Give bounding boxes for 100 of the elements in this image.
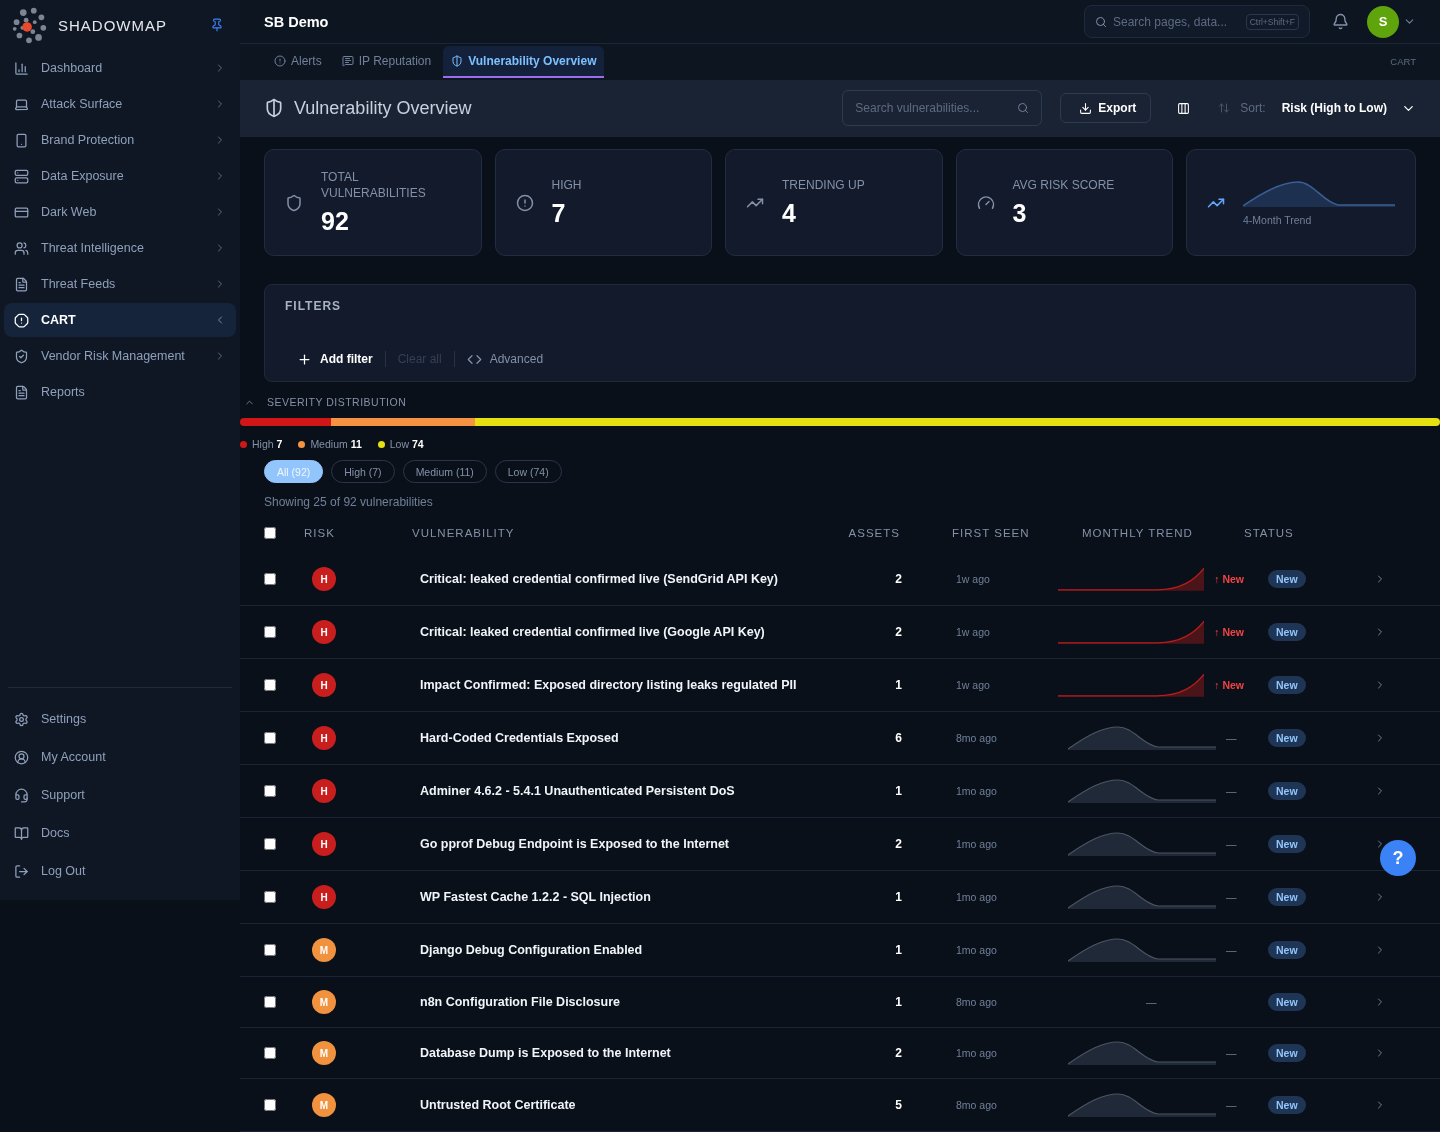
assets-count: 2: [894, 837, 903, 851]
help-button[interactable]: ?: [1380, 840, 1416, 876]
sidebar-item[interactable]: CART: [4, 303, 236, 337]
row-checkbox[interactable]: [264, 785, 276, 797]
sidebar-item[interactable]: Threat Intelligence: [4, 231, 236, 265]
risk-badge: M: [312, 938, 336, 962]
user-circle-icon: [14, 749, 29, 765]
first-seen: 1mo ago: [955, 785, 998, 797]
vulnerability-name[interactable]: Django Debug Configuration Enabled: [400, 943, 840, 957]
stat-label: TOTAL VULNERABILITIES: [321, 169, 427, 201]
risk-badge: M: [312, 1093, 336, 1117]
headset-icon: [14, 787, 29, 803]
row-checkbox[interactable]: [264, 1099, 276, 1111]
sidebar-item[interactable]: Support: [4, 777, 236, 813]
row-checkbox[interactable]: [264, 732, 276, 744]
tab[interactable]: Vulnerability Overview: [443, 45, 605, 78]
row-checkbox[interactable]: [264, 996, 276, 1008]
sidebar-item[interactable]: Reports: [4, 375, 236, 409]
assets-count: 1: [894, 890, 903, 904]
assets-count: 1: [894, 784, 903, 798]
trend-change: ↑ New: [1214, 679, 1244, 691]
status-badge: New: [1268, 729, 1306, 747]
sidebar-item[interactable]: Dark Web: [4, 195, 236, 229]
vulnerability-name[interactable]: Hard-Coded Credentials Exposed: [400, 731, 840, 745]
notification-icon[interactable]: [1332, 13, 1349, 31]
status-badge: New: [1268, 570, 1306, 588]
status-badge: New: [1268, 676, 1306, 694]
sidebar-item[interactable]: Vendor Risk Management: [4, 339, 236, 373]
vulnerability-name[interactable]: n8n Configuration File Disclosure: [400, 995, 840, 1009]
column-header: STATUS: [1244, 527, 1295, 539]
first-seen: 1mo ago: [955, 944, 998, 956]
document-icon: [14, 276, 29, 292]
pin-icon[interactable]: [210, 18, 224, 32]
status-badge: New: [1268, 941, 1306, 959]
risk-badge: H: [312, 567, 336, 591]
sidebar-item[interactable]: Brand Protection: [4, 123, 236, 157]
trend-label: 4-Month Trend: [1243, 213, 1313, 226]
assets-count: 2: [894, 625, 903, 639]
column-header: RISK: [303, 527, 336, 539]
first-seen: 1w ago: [955, 573, 991, 585]
vulnerability-name[interactable]: Critical: leaked credential confirmed live (Google API Key): [400, 625, 840, 639]
row-checkbox[interactable]: [264, 626, 276, 638]
sidebar-item[interactable]: Dashboard: [4, 51, 236, 85]
sort-label: Sort:: [1240, 101, 1266, 116]
trend-change: —: [1226, 785, 1237, 797]
sidebar-item[interactable]: Docs: [4, 815, 236, 851]
vulnerability-name[interactable]: Go pprof Debug Endpoint is Exposed to the Internet: [400, 837, 840, 851]
trend-change: ↑ New: [1214, 573, 1244, 585]
tab[interactable]: Alerts: [266, 45, 330, 78]
sidebar-item[interactable]: Threat Feeds: [4, 267, 236, 301]
vulnerability-name[interactable]: Impact Confirmed: Exposed directory listing leaks regulated PII: [400, 678, 840, 692]
vulnerability-name[interactable]: Untrusted Root Certificate: [400, 1098, 840, 1112]
first-seen: 1w ago: [955, 626, 991, 638]
legend-label: Medium 11: [310, 438, 362, 450]
vulnerability-name[interactable]: Adminer 4.6.2 - 5.4.1 Unauthenticated Persistent DoS: [400, 784, 840, 798]
bar-chart-icon: [14, 60, 29, 76]
sidebar-item[interactable]: Log Out: [4, 853, 236, 889]
columns-icon[interactable]: [1177, 101, 1191, 115]
row-checkbox[interactable]: [264, 838, 276, 850]
row-checkbox[interactable]: [264, 573, 276, 585]
row-checkbox[interactable]: [264, 1047, 276, 1059]
sidebar-item[interactable]: Settings: [4, 701, 236, 737]
add-filter-button[interactable]: Add filter: [285, 351, 385, 367]
sidebar-item[interactable]: Attack Surface: [4, 87, 236, 121]
tab[interactable]: IP Reputation: [333, 45, 440, 78]
risk-badge: H: [312, 620, 336, 644]
vulnerability-name[interactable]: Database Dump is Exposed to the Internet: [400, 1046, 840, 1060]
workspace-title: SB Demo: [264, 13, 330, 30]
plus-icon: [297, 351, 312, 367]
sidebar-item[interactable]: My Account: [4, 739, 236, 775]
risk-badge: H: [312, 779, 336, 803]
assets-count: 6: [894, 731, 903, 745]
shield-icon: [451, 54, 464, 67]
logout-icon: [14, 863, 29, 879]
row-checkbox[interactable]: [264, 891, 276, 903]
row-checkbox[interactable]: [264, 679, 276, 691]
assets-count: 5: [894, 1098, 903, 1112]
alert-icon: [515, 193, 534, 212]
vulnerability-name[interactable]: WP Fastest Cache 1.2.2 - SQL Injection: [400, 890, 840, 904]
stat-value: 7: [551, 199, 567, 228]
select-all-checkbox[interactable]: [264, 527, 276, 539]
stat-label: HIGH: [551, 177, 582, 193]
first-seen: 1mo ago: [955, 891, 998, 903]
sidebar-item[interactable]: Data Exposure: [4, 159, 236, 193]
stat-value: 92: [321, 207, 350, 236]
status-badge: New: [1268, 888, 1306, 906]
vulnerability-name[interactable]: Critical: leaked credential confirmed live (SendGrid API Key): [400, 572, 840, 586]
legend-label: Low 74: [389, 438, 424, 450]
status-badge: New: [1268, 1096, 1306, 1114]
sort-dropdown[interactable]: Risk (High to Low): [1281, 100, 1416, 116]
export-button[interactable]: Export: [1060, 93, 1152, 124]
server-icon: [14, 168, 29, 184]
users-icon: [14, 240, 29, 256]
page-title: Vulnerability Overview: [294, 97, 473, 119]
column-header: FIRST SEEN: [951, 527, 1031, 539]
breadcrumb: CART: [1390, 56, 1416, 68]
advanced-button[interactable]: Advanced: [454, 351, 556, 367]
row-checkbox[interactable]: [264, 944, 276, 956]
first-seen: 1mo ago: [955, 1047, 998, 1059]
card-icon: [14, 204, 29, 220]
